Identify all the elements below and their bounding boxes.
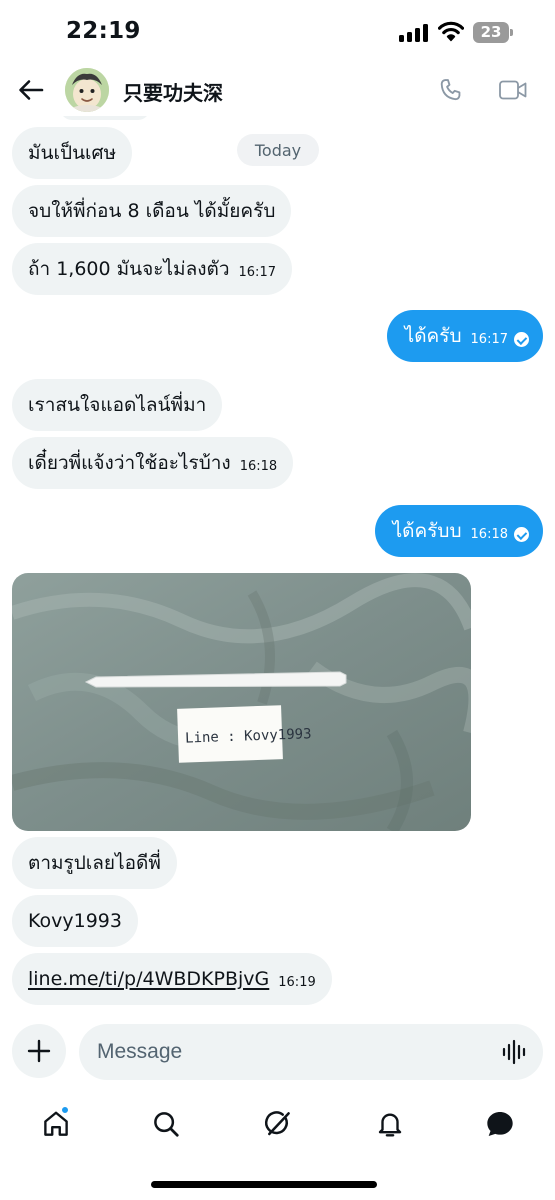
messages-icon [487, 1112, 513, 1136]
phone-icon [440, 79, 461, 101]
message-input[interactable] [97, 1024, 487, 1080]
battery-icon: 23 [473, 22, 513, 43]
tab-notifications[interactable] [370, 1104, 410, 1144]
add-attachment-button[interactable] [12, 1024, 66, 1078]
message-bubble-incoming[interactable]: line.me/ti/p/4WBDKPBjvG 16:19 [12, 953, 332, 1005]
video-camera-icon [499, 80, 527, 100]
message-bubble-outgoing[interactable]: ได้ครับบ 16:18 [374, 505, 543, 557]
home-indicator [151, 1181, 377, 1188]
tab-grok[interactable] [258, 1104, 298, 1144]
tab-messages[interactable] [480, 1104, 520, 1144]
message-text: ตามรูปเลยไอดีพี่ [28, 851, 161, 874]
battery-level: 23 [473, 22, 509, 43]
message-bubble-incoming[interactable]: Kovy1993 [12, 895, 138, 947]
back-button[interactable] [14, 74, 48, 106]
message-bubble-incoming[interactable]: เดี๋ยวพี่แจ้งว่าใช้อะไรบ้าง 16:18 [12, 437, 294, 489]
message-bubble-incoming[interactable]: ถ้า 1,600 มันจะไม่ลงตัว 16:17 [12, 243, 292, 295]
message-field[interactable] [79, 1024, 543, 1080]
message-composer [0, 1020, 555, 1086]
clipped-message-bubble [60, 116, 150, 120]
unread-dot [61, 1106, 69, 1114]
plus-icon [27, 1039, 51, 1063]
message-text: จบให้พี่ก่อน 8 เดือน ได้มั้ยครับ [28, 199, 276, 222]
photo-attachment[interactable]: Line : Kovy1993 [12, 573, 471, 831]
message-text: เดี๋ยวพี่แจ้งว่าใช้อะไรบ้าง [28, 451, 231, 474]
tab-search[interactable] [146, 1104, 186, 1144]
cellular-signal-icon [399, 24, 429, 42]
message-timestamp: 16:19 [278, 975, 316, 990]
tab-home[interactable] [36, 1104, 76, 1144]
message-bubble-incoming[interactable]: ตามรูปเลยไอดีพี่ [12, 837, 177, 889]
message-timestamp: 16:17 [238, 265, 276, 280]
status-time: 22:19 [66, 18, 141, 44]
message-bubble-incoming[interactable]: มันเป็นเศษ [12, 127, 133, 179]
message-bubble-outgoing[interactable]: ได้ครับ 16:17 [386, 310, 543, 362]
back-arrow-icon [19, 80, 44, 100]
message-timestamp: 16:18 [239, 459, 278, 474]
avatar[interactable] [65, 68, 109, 112]
bottom-tab-bar [0, 1096, 555, 1200]
message-text: ถ้า 1,600 มันจะไม่ลงตัว [28, 257, 230, 280]
conversation-header: 只要功夫深 [0, 64, 555, 116]
message-timestamp: 16:17 [470, 332, 508, 347]
contact-avatar-image [65, 68, 109, 112]
message-bubble-incoming[interactable]: เราสนใจแอดไลน์พี่มา [12, 379, 223, 431]
status-bar: 22:19 23 [0, 0, 555, 64]
message-text: เราสนใจแอดไลน์พี่มา [28, 393, 207, 416]
read-check-icon [514, 527, 529, 542]
message-link[interactable]: line.me/ti/p/4WBDKPBjvG [28, 969, 269, 989]
contact-name[interactable]: 只要功夫深 [123, 77, 223, 106]
message-text: ได้ครับ [404, 324, 462, 347]
search-icon [154, 1112, 179, 1137]
voice-wave-icon[interactable] [501, 1039, 529, 1065]
conversation-thread[interactable]: มันเป็นเศษ Today จบให้พี่ก่อน 8 เดือน ได… [0, 116, 555, 1016]
day-separator: Today [237, 134, 319, 166]
wifi-icon [438, 21, 464, 42]
photo-image: Line : Kovy1993 [12, 573, 471, 831]
grok-icon [264, 1111, 290, 1136]
video-call-button[interactable] [496, 75, 530, 105]
message-text: มันเป็นเศษ [28, 141, 117, 164]
message-timestamp: 16:18 [470, 527, 508, 542]
message-text: Kovy1993 [28, 909, 122, 932]
message-text: ได้ครับบ [392, 519, 462, 542]
call-button[interactable] [436, 75, 466, 105]
bell-icon [378, 1113, 402, 1137]
read-check-icon [514, 332, 529, 347]
message-bubble-incoming[interactable]: จบให้พี่ก่อน 8 เดือน ได้มั้ยครับ [12, 185, 292, 237]
